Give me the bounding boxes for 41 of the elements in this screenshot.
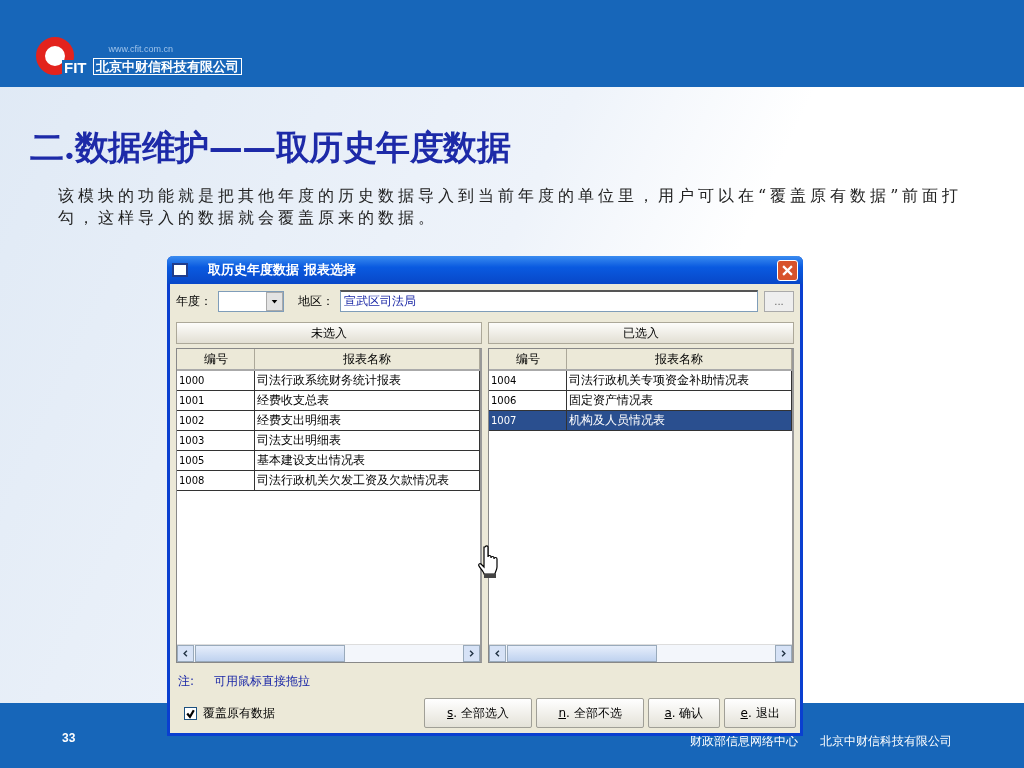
column-header[interactable]: 编号: [489, 349, 567, 369]
footer-text: 财政部信息网络中心: [690, 733, 798, 750]
column-header[interactable]: 报表名称: [567, 349, 792, 369]
window-title: 取历史年度数据 报表选择: [208, 261, 356, 279]
column-header[interactable]: 编号: [177, 349, 255, 369]
scrollbar[interactable]: [489, 644, 792, 662]
table-row[interactable]: 1005 基本建设支出情况表: [177, 451, 480, 471]
browse-button[interactable]: ...: [764, 290, 794, 312]
dialog-button[interactable]: n. 全部不选: [536, 698, 644, 728]
note-text: 可用鼠标直接拖拉: [214, 673, 311, 690]
logo-text: FIT: [62, 60, 89, 75]
panel-header: 未选入: [176, 322, 482, 344]
company-name: 北京中财信科技有限公司: [92, 58, 242, 75]
dialog-button[interactable]: e. 退出: [724, 698, 796, 728]
footer-text: 北京中财信科技有限公司: [820, 733, 952, 750]
table-row[interactable]: 1003 司法支出明细表: [177, 431, 480, 451]
check-icon: [185, 707, 196, 719]
field-label: 地区：: [298, 292, 334, 310]
scrollbar[interactable]: [177, 644, 480, 662]
column-header[interactable]: 报表名称: [255, 349, 480, 369]
logo-url: www.cfit.com.cn: [108, 45, 173, 54]
slide-title: 二.数据维护——取历史年度数据: [30, 126, 512, 169]
caret-icon: [271, 297, 278, 305]
close-button[interactable]: [777, 259, 798, 281]
table-row[interactable]: 1001 经费收支总表: [177, 391, 480, 411]
description: 该模块的功能就是把其他年度的历史数据导入到当前年度的单位里，用户可以在“覆盖原有数据”前面打勾，这样导入的数据就会覆盖原来的数据。: [58, 185, 964, 229]
table-row[interactable]: 1002 经费支出明细表: [177, 411, 480, 431]
page-number: 33: [62, 731, 76, 745]
table-row[interactable]: 1007 机构及人员情况表: [489, 411, 792, 431]
dialog-button[interactable]: a. 确认: [648, 698, 720, 728]
dropdown-button[interactable]: [266, 291, 283, 311]
dialog-button[interactable]: s. 全部选入: [424, 698, 532, 728]
region-field[interactable]: 宣武区司法局: [340, 290, 758, 312]
table-row[interactable]: 1004 司法行政机关专项资金补助情况表: [489, 371, 792, 391]
table-row[interactable]: 1008 司法行政机关欠发工资及欠款情况表: [177, 471, 480, 491]
close-icon: [782, 264, 793, 276]
note-label: 注:: [178, 673, 195, 690]
field-label: 年度：: [176, 292, 212, 310]
table-row[interactable]: 1000 司法行政系统财务统计报表: [177, 371, 480, 391]
panel-header: 已选入: [488, 322, 794, 344]
overwrite-checkbox[interactable]: 覆盖原有数据: [184, 704, 275, 722]
